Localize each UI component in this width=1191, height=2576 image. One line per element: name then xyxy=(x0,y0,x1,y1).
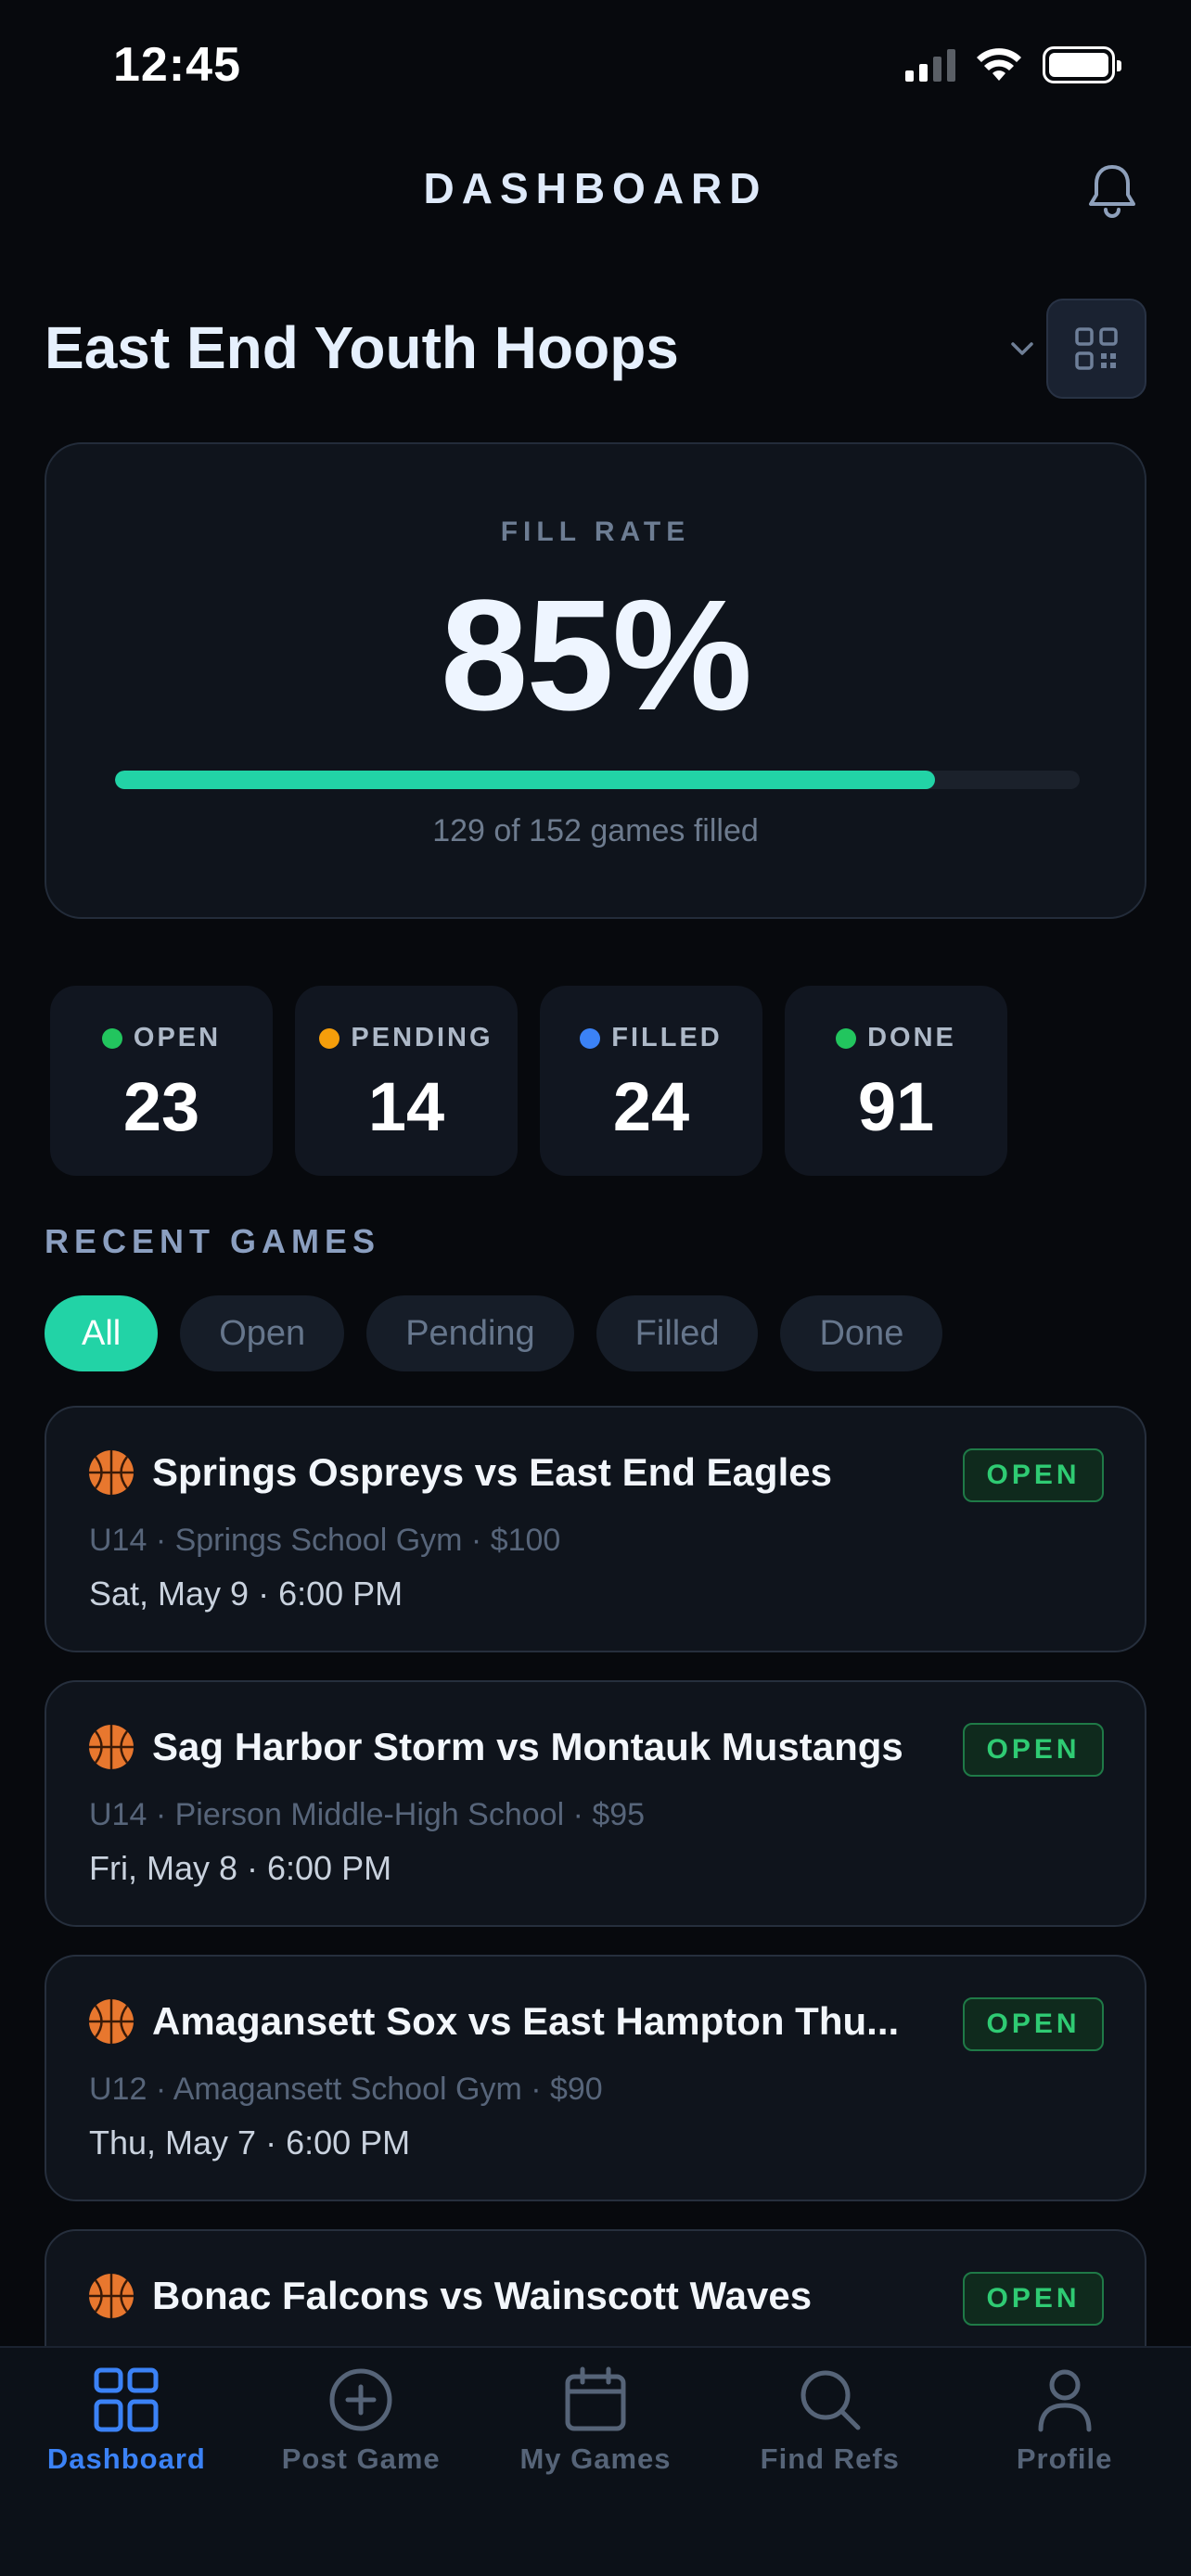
tab-label: My Games xyxy=(519,2442,672,2475)
chevron-down-icon[interactable] xyxy=(1004,330,1041,367)
tab-find-refs[interactable]: Find Refs xyxy=(719,2365,941,2576)
grid-icon xyxy=(94,2367,159,2432)
tab-label: Profile xyxy=(1016,2442,1113,2475)
basketball-icon xyxy=(89,2274,134,2318)
status-badge: OPEN xyxy=(963,1448,1104,1502)
basketball-icon xyxy=(89,1999,134,2044)
battery-icon xyxy=(1043,46,1121,83)
status-summary: OPEN 23 PENDING 14 FILLED 24 DONE 91 xyxy=(50,986,1007,1176)
game-card[interactable]: Sag Harbor Storm vs Montauk Mustangs U14… xyxy=(45,1680,1146,1927)
stat-value: 14 xyxy=(367,1068,445,1145)
person-icon xyxy=(1038,2369,1092,2432)
filter-chip-filled[interactable]: Filled xyxy=(596,1295,759,1371)
tab-post-game[interactable]: Post Game xyxy=(250,2365,472,2576)
status-dot xyxy=(580,1027,601,1049)
game-card[interactable]: Springs Ospreys vs East End Eagles U14 ·… xyxy=(45,1406,1146,1652)
status-bar: 12:45 xyxy=(0,0,1191,139)
status-badge: OPEN xyxy=(963,1723,1104,1777)
fill-rate-progress-fill xyxy=(115,771,935,789)
game-date: Thu, May 7 · 6:00 PM xyxy=(89,2123,411,2162)
bell-icon[interactable] xyxy=(1080,158,1145,223)
game-meta: U12 · Amagansett School Gym · $90 xyxy=(89,2072,603,2107)
search-icon xyxy=(800,2370,861,2430)
game-title: Amagansett Sox vs East Hampton Thu... xyxy=(152,1999,900,2043)
cellular-signal-icon xyxy=(905,48,955,82)
game-meta: U14 · Springs School Gym · $100 xyxy=(89,1523,561,1558)
tab-label: Find Refs xyxy=(760,2442,900,2475)
filter-chip-pending[interactable]: Pending xyxy=(366,1295,574,1371)
tab-label: Dashboard xyxy=(46,2442,206,2475)
game-filter-chips: All Open Pending Filled Done xyxy=(45,1295,943,1371)
page-title: DASHBOARD xyxy=(423,164,768,212)
game-meta: U14 · Pierson Middle-High School · $95 xyxy=(89,1797,646,1832)
fill-rate-card: FILL RATE 85% 129 of 152 games filled xyxy=(45,442,1146,919)
tab-profile[interactable]: Profile xyxy=(954,2365,1176,2576)
stat-label: FILLED xyxy=(611,1023,723,1052)
stat-filled[interactable]: FILLED 24 xyxy=(540,986,762,1176)
game-date: Sat, May 9 · 6:00 PM xyxy=(89,1575,403,1613)
tab-bar: Dashboard Post Game My Games Find Refs P… xyxy=(0,2346,1191,2576)
org-selector[interactable]: East End Youth Hoops xyxy=(45,299,1146,399)
fill-rate-label: FILL RATE xyxy=(500,516,691,547)
status-dot xyxy=(101,1027,122,1049)
status-time: 12:45 xyxy=(113,38,241,92)
basketball-icon xyxy=(89,1450,134,1495)
stat-value: 23 xyxy=(122,1068,200,1145)
game-title: Sag Harbor Storm vs Montauk Mustangs xyxy=(152,1725,903,1768)
wifi-icon xyxy=(977,48,1021,81)
fill-rate-progress xyxy=(115,771,1080,789)
game-title: Springs Ospreys vs East End Eagles xyxy=(152,1450,832,1494)
stat-value: 91 xyxy=(857,1068,935,1145)
game-card[interactable]: Amagansett Sox vs East Hampton Thu... U1… xyxy=(45,1955,1146,2201)
filter-chip-done[interactable]: Done xyxy=(780,1295,943,1371)
qr-code-icon xyxy=(1075,327,1118,370)
fill-rate-value: 85% xyxy=(440,567,752,744)
stat-open[interactable]: OPEN 23 xyxy=(50,986,273,1176)
fill-rate-caption: 129 of 152 games filled xyxy=(432,813,759,848)
stat-label: PENDING xyxy=(351,1023,493,1052)
status-dot xyxy=(836,1027,857,1049)
tab-my-games[interactable]: My Games xyxy=(484,2365,707,2576)
game-date: Fri, May 8 · 6:00 PM xyxy=(89,1849,392,1887)
tab-label: Post Game xyxy=(281,2442,441,2475)
stat-pending[interactable]: PENDING 14 xyxy=(295,986,518,1176)
calendar-icon xyxy=(565,2366,626,2431)
basketball-icon xyxy=(89,1725,134,1769)
game-list: Springs Ospreys vs East End Eagles U14 ·… xyxy=(45,1406,1146,2504)
filter-chip-all[interactable]: All xyxy=(45,1295,159,1371)
tab-dashboard[interactable]: Dashboard xyxy=(15,2365,237,2576)
status-dot xyxy=(319,1027,340,1049)
stat-label: DONE xyxy=(867,1023,956,1052)
filter-chip-open[interactable]: Open xyxy=(180,1295,345,1371)
stat-value: 24 xyxy=(612,1068,690,1145)
game-title: Bonac Falcons vs Wainscott Waves xyxy=(152,2274,813,2317)
plus-circle-icon xyxy=(329,2368,392,2431)
status-badge: OPEN xyxy=(963,2272,1104,2326)
status-badge: OPEN xyxy=(963,1997,1104,2051)
recent-games-heading: RECENT GAMES xyxy=(45,1222,381,1260)
status-icons xyxy=(905,46,1121,83)
org-name[interactable]: East End Youth Hoops xyxy=(45,313,679,382)
stat-done[interactable]: DONE 91 xyxy=(785,986,1007,1176)
stat-label: OPEN xyxy=(133,1023,222,1052)
qr-code-button[interactable] xyxy=(1046,299,1146,399)
